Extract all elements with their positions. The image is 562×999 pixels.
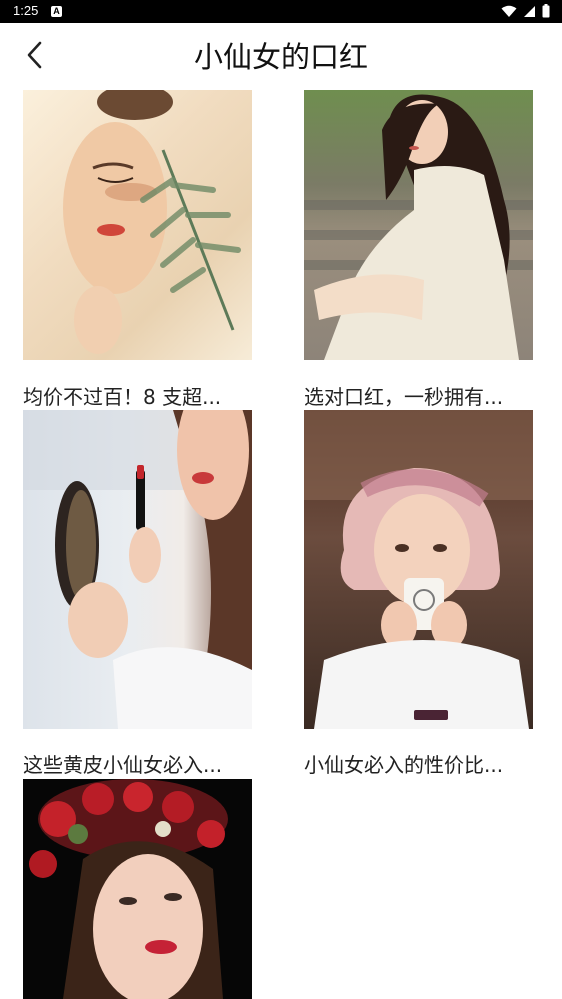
- article-caption[interactable]: 这些黄皮小仙女必入...: [23, 752, 222, 778]
- article-thumbnail[interactable]: [23, 779, 252, 999]
- battery-icon: [542, 4, 550, 18]
- status-icons: [501, 4, 550, 18]
- page-title: 小仙女的口红: [193, 40, 368, 74]
- a-letter-icon: A: [51, 6, 62, 17]
- article-caption[interactable]: 小仙女必入的性价比...: [304, 752, 503, 778]
- signal-icon: [523, 5, 536, 18]
- wifi-icon: [501, 5, 517, 18]
- article-thumbnail[interactable]: [304, 410, 533, 729]
- status-time: 1:25: [13, 3, 39, 18]
- status-bar: 1:25 A: [0, 0, 562, 23]
- app-header: 小仙女的口红: [0, 23, 562, 90]
- article-caption[interactable]: 选对口红，一秒拥有...: [304, 384, 503, 410]
- article-thumbnail[interactable]: [23, 90, 252, 360]
- article-thumbnail[interactable]: [23, 410, 252, 729]
- article-thumbnail[interactable]: [304, 90, 533, 360]
- article-caption[interactable]: 均价不过百！8 支超...: [23, 384, 221, 410]
